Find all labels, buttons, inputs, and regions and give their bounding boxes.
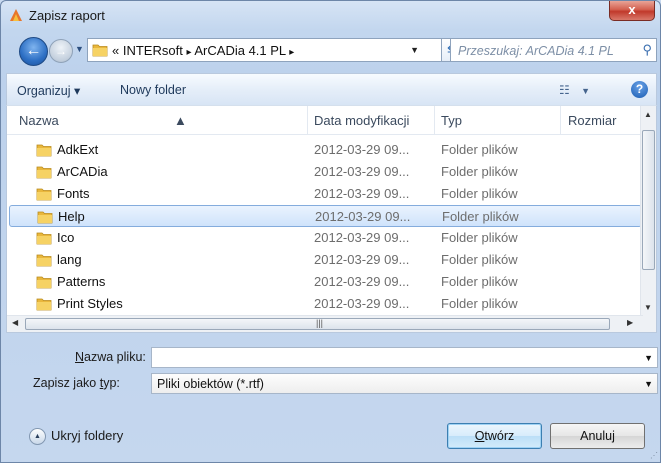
view-details-icon: ☷ [559,83,570,97]
file-type: Folder plików [441,164,518,179]
help-icon[interactable]: ? [631,81,648,98]
recent-locations-chevron-icon[interactable]: ▼ [75,44,84,54]
sort-ascending-icon: ▲ [174,113,187,128]
file-name: Patterns [57,274,106,289]
folder-icon [36,231,52,248]
chevron-down-icon[interactable]: ▼ [644,353,653,363]
breadcrumb-item-arcadia[interactable]: ArCADia 4.1 PL [194,43,285,58]
cancel-button[interactable]: Anuluj [550,423,645,449]
file-name: Fonts [57,186,90,201]
file-type: Folder plików [441,274,518,289]
save-type-label: Zapisz jako typ: [33,376,120,390]
scroll-right-arrow-icon[interactable]: ▶ [627,318,633,327]
breadcrumb: « INTERsoft ▸ ArCADia 4.1 PL ▸ [112,43,294,58]
scroll-grip-icon: ||| [316,318,324,328]
scrollbar-corner [641,316,656,332]
column-header-size[interactable]: Rozmiar [568,113,616,128]
file-name: Help [58,209,85,224]
folder-icon [36,165,52,182]
breadcrumb-separator-icon[interactable]: ▸ [289,47,294,58]
chevron-down-icon: ▼ [581,86,591,96]
file-name: AdkExt [57,142,99,157]
file-name: ArCADia [57,164,108,179]
file-list[interactable]: Nazwa ▲ Data modyfikacji Typ Rozmiar Adk… [6,105,657,333]
file-row[interactable]: Print Styles 2012-03-29 09... Folder plikó… [9,293,642,315]
search-box[interactable]: Przeszukaj: ArCADia 4.1 PL ⚲ [450,38,657,62]
vertical-scroll-thumb[interactable] [642,130,655,270]
address-bar[interactable]: « INTERsoft ▸ ArCADia 4.1 PL ▸ ▼ [87,38,442,62]
horizontal-scrollbar[interactable]: ◀ ||| ▶ [7,315,643,332]
change-view-button[interactable]: ☷ ▼ [559,83,590,97]
save-report-dialog: Zapisz raport x ← → ▼ « INTERsoft ▸ ArCA… [0,0,661,463]
breadcrumb-separator-icon[interactable]: ▸ [186,47,191,58]
save-type-value: Pliki obiektów (*.rtf) [157,377,264,391]
address-dropdown-icon[interactable]: ▼ [410,45,419,55]
open-button[interactable]: Otwórz [447,423,542,449]
app-logo-icon [10,9,22,21]
column-header-date[interactable]: Data modyfikacji [314,113,409,128]
file-type: Folder plików [441,142,518,157]
file-row[interactable]: Fonts 2012-03-29 09... Folder plików [9,183,642,205]
folder-icon [37,210,53,227]
command-bar: Organizuj ▾ Nowy folder ☷ ▼ ? [6,73,657,105]
file-date-modified: 2012-03-29 09... [314,252,410,267]
file-type: Folder plików [441,252,518,267]
search-input[interactable]: Przeszukaj: ArCADia 4.1 PL [458,44,614,58]
file-name: lang [57,252,82,267]
breadcrumb-overflow[interactable]: « [112,43,119,58]
folder-icon [92,44,108,57]
file-date-modified: 2012-03-29 09... [314,274,410,289]
scroll-up-arrow-icon[interactable]: ▲ [644,110,652,119]
hide-folders-label[interactable]: Ukryj foldery [51,428,123,443]
file-row[interactable]: Patterns 2012-03-29 09... Folder plików [9,271,642,293]
back-button[interactable]: ← [19,37,48,66]
file-name: Ico [57,230,75,245]
file-row[interactable]: Ico 2012-03-29 09... Folder plików [9,227,642,249]
column-divider[interactable] [560,106,561,134]
file-date-modified: 2012-03-29 09... [314,164,410,179]
file-row[interactable]: ArCADia 2012-03-29 09... Folder plików [9,161,642,183]
file-date-modified: 2012-03-29 09... [314,142,410,157]
filename-field[interactable]: ▼ [151,347,658,368]
new-folder-button[interactable]: Nowy folder [120,83,186,97]
file-date-modified: 2012-03-29 09... [314,296,410,311]
file-type: Folder plików [442,209,519,224]
forward-button[interactable]: → [49,39,73,63]
folder-icon [36,143,52,160]
scroll-left-arrow-icon[interactable]: ◀ [12,318,18,327]
collapse-up-icon[interactable]: ▲ [29,428,46,445]
filename-label: Nazwa pliku: [75,350,146,364]
breadcrumb-item-intersoft[interactable]: INTERsoft [123,43,183,58]
column-header-row: Nazwa ▲ Data modyfikacji Typ Rozmiar [7,106,643,135]
column-header-name[interactable]: Nazwa [19,113,59,128]
file-row[interactable]: Help 2012-03-29 09... Folder plików [9,205,642,227]
title-bar: Zapisz raport x [1,1,660,31]
organize-menu-button[interactable]: Organizuj ▾ [17,83,80,98]
column-header-type[interactable]: Typ [441,113,462,128]
file-row[interactable]: lang 2012-03-29 09... Folder plików [9,249,642,271]
folder-icon [36,297,52,314]
column-divider[interactable] [434,106,435,134]
file-date-modified: 2012-03-29 09... [315,209,411,224]
file-type: Folder plików [441,230,518,245]
horizontal-scroll-thumb[interactable]: ||| [25,318,610,330]
file-date-modified: 2012-03-29 09... [314,186,410,201]
file-type: Folder plików [441,186,518,201]
chevron-down-icon[interactable]: ▼ [644,379,653,389]
file-date-modified: 2012-03-29 09... [314,230,410,245]
folder-icon [36,275,52,292]
column-divider[interactable] [307,106,308,134]
close-button[interactable]: x [609,1,655,21]
scroll-down-arrow-icon[interactable]: ▼ [644,303,652,312]
vertical-scrollbar[interactable]: ▲ ▼ [640,106,656,317]
file-type: Folder plików [441,296,518,311]
file-row[interactable]: AdkExt 2012-03-29 09... Folder plików [9,139,642,161]
save-type-select[interactable]: Pliki obiektów (*.rtf) ▼ [151,373,658,394]
folder-icon [36,187,52,204]
file-name: Print Styles [57,296,123,311]
search-icon: ⚲ [642,42,652,57]
resize-grip-icon[interactable]: ⋰ [650,451,658,460]
window-title: Zapisz raport [29,8,105,23]
folder-icon [36,253,52,270]
